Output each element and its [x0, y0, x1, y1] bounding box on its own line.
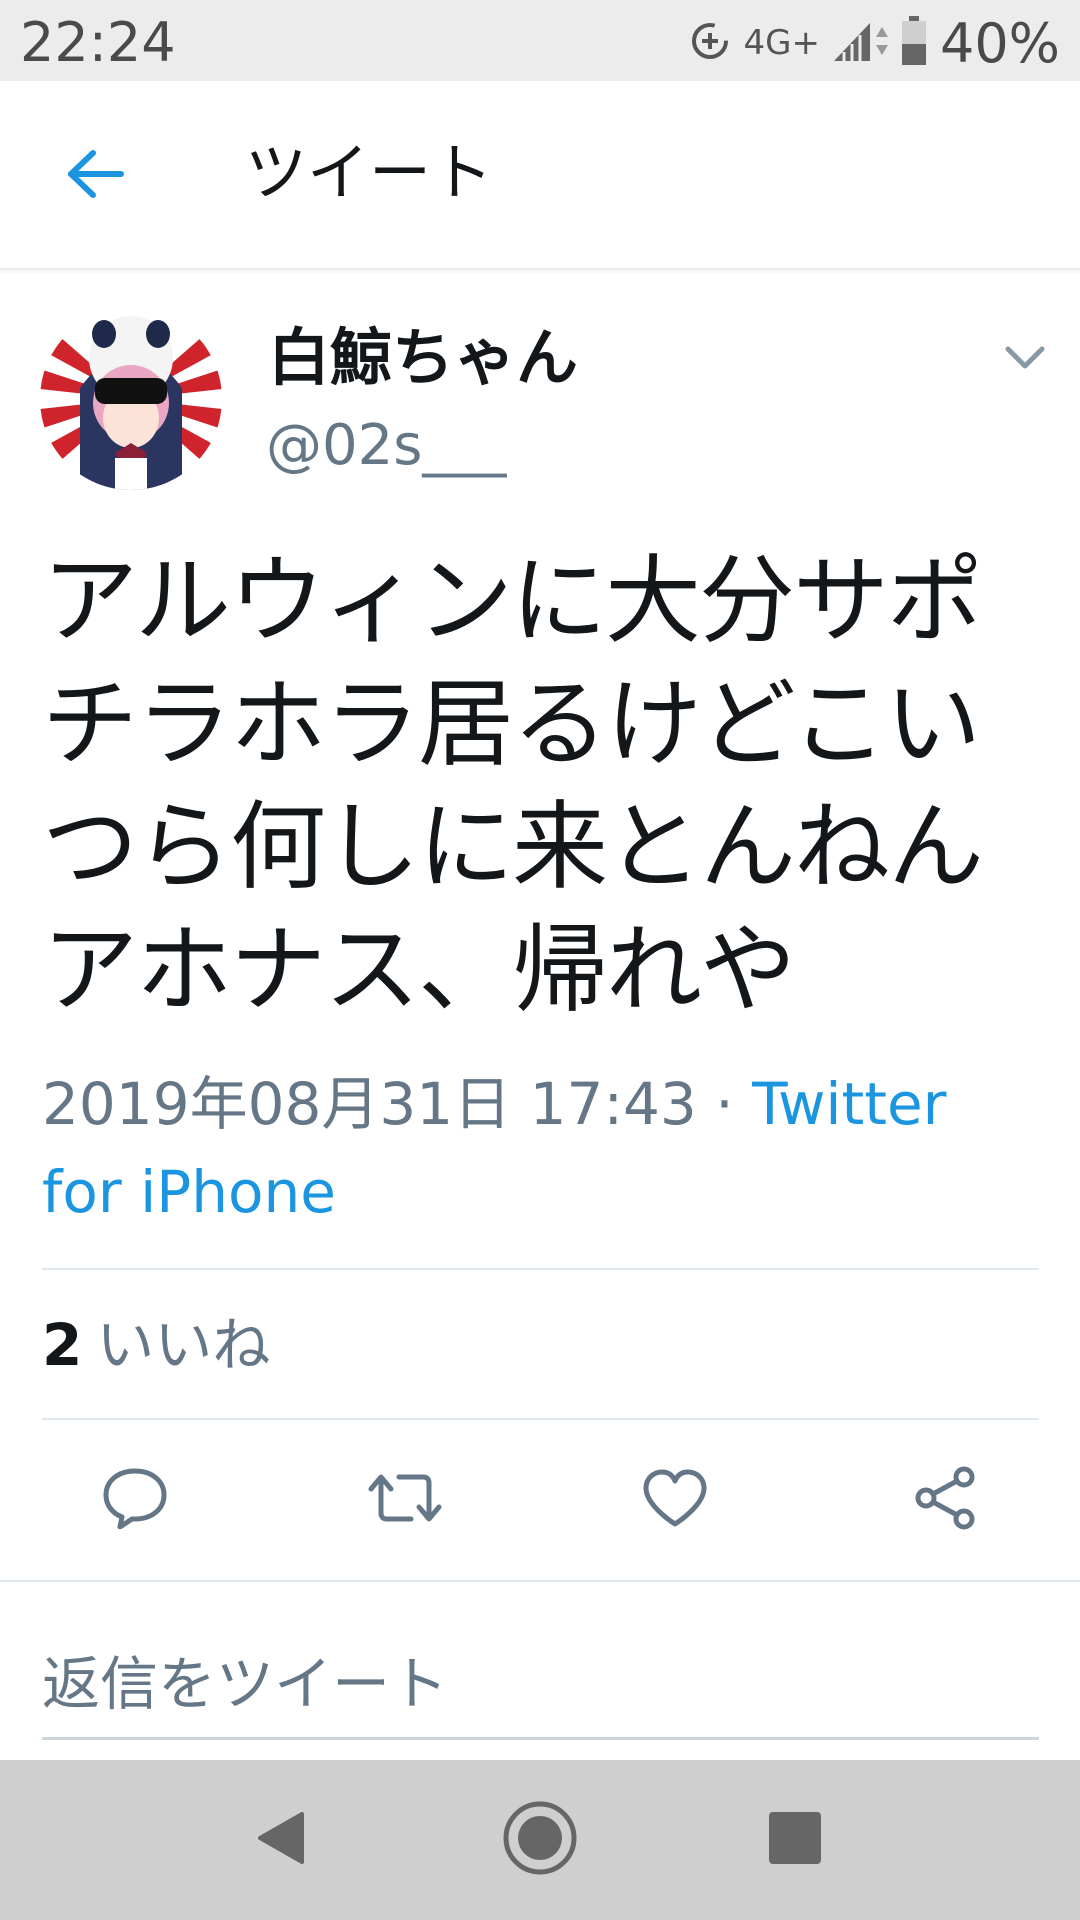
signal-icon: [832, 19, 888, 67]
meta-separator: ·: [696, 1070, 753, 1138]
divider: [42, 1418, 1039, 1420]
tweet-text-line: アルウィンに大分サポ: [42, 545, 983, 657]
share-button[interactable]: [900, 1460, 990, 1540]
data-saver-icon: [688, 19, 732, 67]
comment-icon: [102, 1467, 168, 1533]
tweet-text: アルウィンに大分サポ チラホラ居るけどこい つら何しに来とんねん アホナス、帰れ…: [42, 540, 1052, 1032]
retweet-icon: [367, 1469, 443, 1531]
arrow-left-icon: [65, 149, 125, 203]
status-bar: 22:24 4G+ 40%: [0, 0, 1080, 81]
heart-icon: [642, 1468, 708, 1532]
reply-button[interactable]: [90, 1460, 180, 1540]
page-title: ツイート: [245, 136, 494, 209]
nav-home-button[interactable]: [490, 1790, 590, 1890]
likes-number: 2: [42, 1311, 83, 1379]
divider: [42, 1268, 1039, 1270]
avatar[interactable]: [40, 308, 222, 490]
tweet-datetime: 2019年08月31日 17:43: [42, 1070, 697, 1138]
system-nav-bar: [0, 1760, 1080, 1920]
tweet-text-line: アホナス、帰れや: [42, 914, 796, 1026]
author-handle[interactable]: @02s___: [266, 410, 506, 482]
circle-home-icon: [500, 1798, 580, 1882]
divider: [0, 1580, 1080, 1582]
status-time: 22:24: [20, 11, 176, 74]
square-recents-icon: [765, 1808, 825, 1872]
back-button[interactable]: [50, 141, 140, 211]
tweet-text-line: つら何しに来とんねん: [42, 791, 984, 903]
network-type: 4G+: [743, 23, 820, 63]
triangle-back-icon: [250, 1808, 310, 1872]
tweet-meta: 2019年08月31日 17:43 · Twitter for iPhone: [42, 1060, 1042, 1236]
nav-back-button[interactable]: [230, 1790, 330, 1890]
share-icon: [912, 1465, 978, 1535]
battery-level: 40%: [939, 11, 1060, 75]
status-icons: 4G+ 40%: [688, 8, 1060, 78]
battery-icon: [900, 16, 928, 70]
tweet-text-line: チラホラ居るけどこい: [42, 668, 981, 780]
author-name[interactable]: 白鯨ちゃん: [268, 318, 578, 398]
retweet-button[interactable]: [360, 1460, 450, 1540]
like-button[interactable]: [630, 1460, 720, 1540]
likes-label: いいね: [96, 1311, 271, 1379]
reply-input[interactable]: [42, 1630, 1039, 1740]
tweet-menu-button[interactable]: [1000, 340, 1050, 380]
likes-count[interactable]: 2 いいね: [42, 1310, 270, 1380]
app-header: ツイート: [0, 81, 1080, 270]
chevron-down-icon: [1005, 346, 1045, 374]
tweet-actions: [0, 1440, 1080, 1560]
nav-recents-button[interactable]: [745, 1790, 845, 1890]
